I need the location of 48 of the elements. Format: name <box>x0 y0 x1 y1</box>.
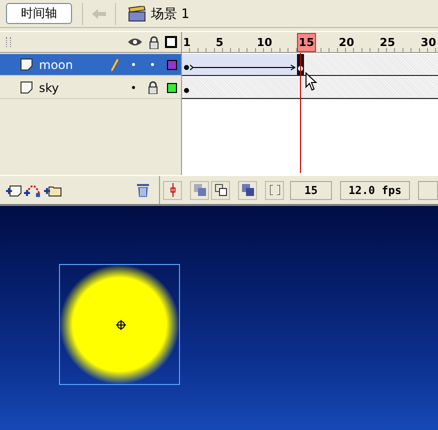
elapsed-time-field <box>418 180 438 200</box>
layer-name: sky <box>39 80 60 94</box>
lock-icon <box>149 36 159 48</box>
timeline-button[interactable]: 时间轴 <box>6 3 72 24</box>
frame-number: 15 <box>296 33 316 52</box>
onion-outline-button[interactable] <box>211 180 230 200</box>
brackets-icon <box>270 185 280 195</box>
scene-label[interactable]: 场景 1 <box>151 4 190 22</box>
frame-ruler[interactable]: 1 5 10 15 20 25 30 <box>182 32 438 53</box>
frame-number: 1 <box>182 35 192 50</box>
outline-icon <box>165 36 177 48</box>
trash-icon[interactable] <box>137 183 149 197</box>
visible-dot[interactable] <box>132 63 135 66</box>
layer-icon <box>20 58 33 71</box>
clapperboard-icon <box>128 6 146 22</box>
frame-rate-field: 12.0 fps <box>340 180 410 200</box>
overlapping-squares-icon <box>194 184 206 196</box>
playhead-marker-icon <box>170 183 176 197</box>
add-folder-icon <box>44 184 62 196</box>
unlocked-dot[interactable] <box>151 63 154 66</box>
current-frame-field: 15 <box>290 180 332 200</box>
layer-name: moon <box>39 58 74 72</box>
outline-color-swatch[interactable] <box>166 60 176 70</box>
cursor-icon <box>304 72 317 92</box>
frame-track[interactable] <box>182 77 438 99</box>
onion-markers-button[interactable] <box>265 180 284 200</box>
eye-icon <box>127 37 143 47</box>
grip-handle[interactable] <box>6 37 11 47</box>
outline-color-swatch[interactable] <box>166 82 176 92</box>
keyframe-dot <box>184 65 189 70</box>
layer-row[interactable]: sky <box>0 77 181 99</box>
keyframe-dot <box>184 88 189 93</box>
frame-number: 30 <box>420 35 438 50</box>
frame-number: 5 <box>214 35 224 50</box>
lock-icon[interactable] <box>148 81 158 94</box>
edit-multiple-frames-button[interactable] <box>238 180 257 200</box>
add-guide-layer-icon <box>24 183 42 197</box>
moon-drawing[interactable] <box>59 264 180 385</box>
layer-icon <box>20 81 33 94</box>
add-layer-icon <box>6 184 22 196</box>
frame-number: 25 <box>378 35 396 50</box>
center-frame-button[interactable] <box>163 180 182 200</box>
stacked-squares-icon <box>242 184 254 196</box>
frame-number: 10 <box>256 35 274 50</box>
frame-number: 20 <box>338 35 356 50</box>
layer-row[interactable]: moon <box>0 54 181 76</box>
visible-dot[interactable] <box>132 86 135 89</box>
outlined-squares-icon <box>214 184 226 196</box>
